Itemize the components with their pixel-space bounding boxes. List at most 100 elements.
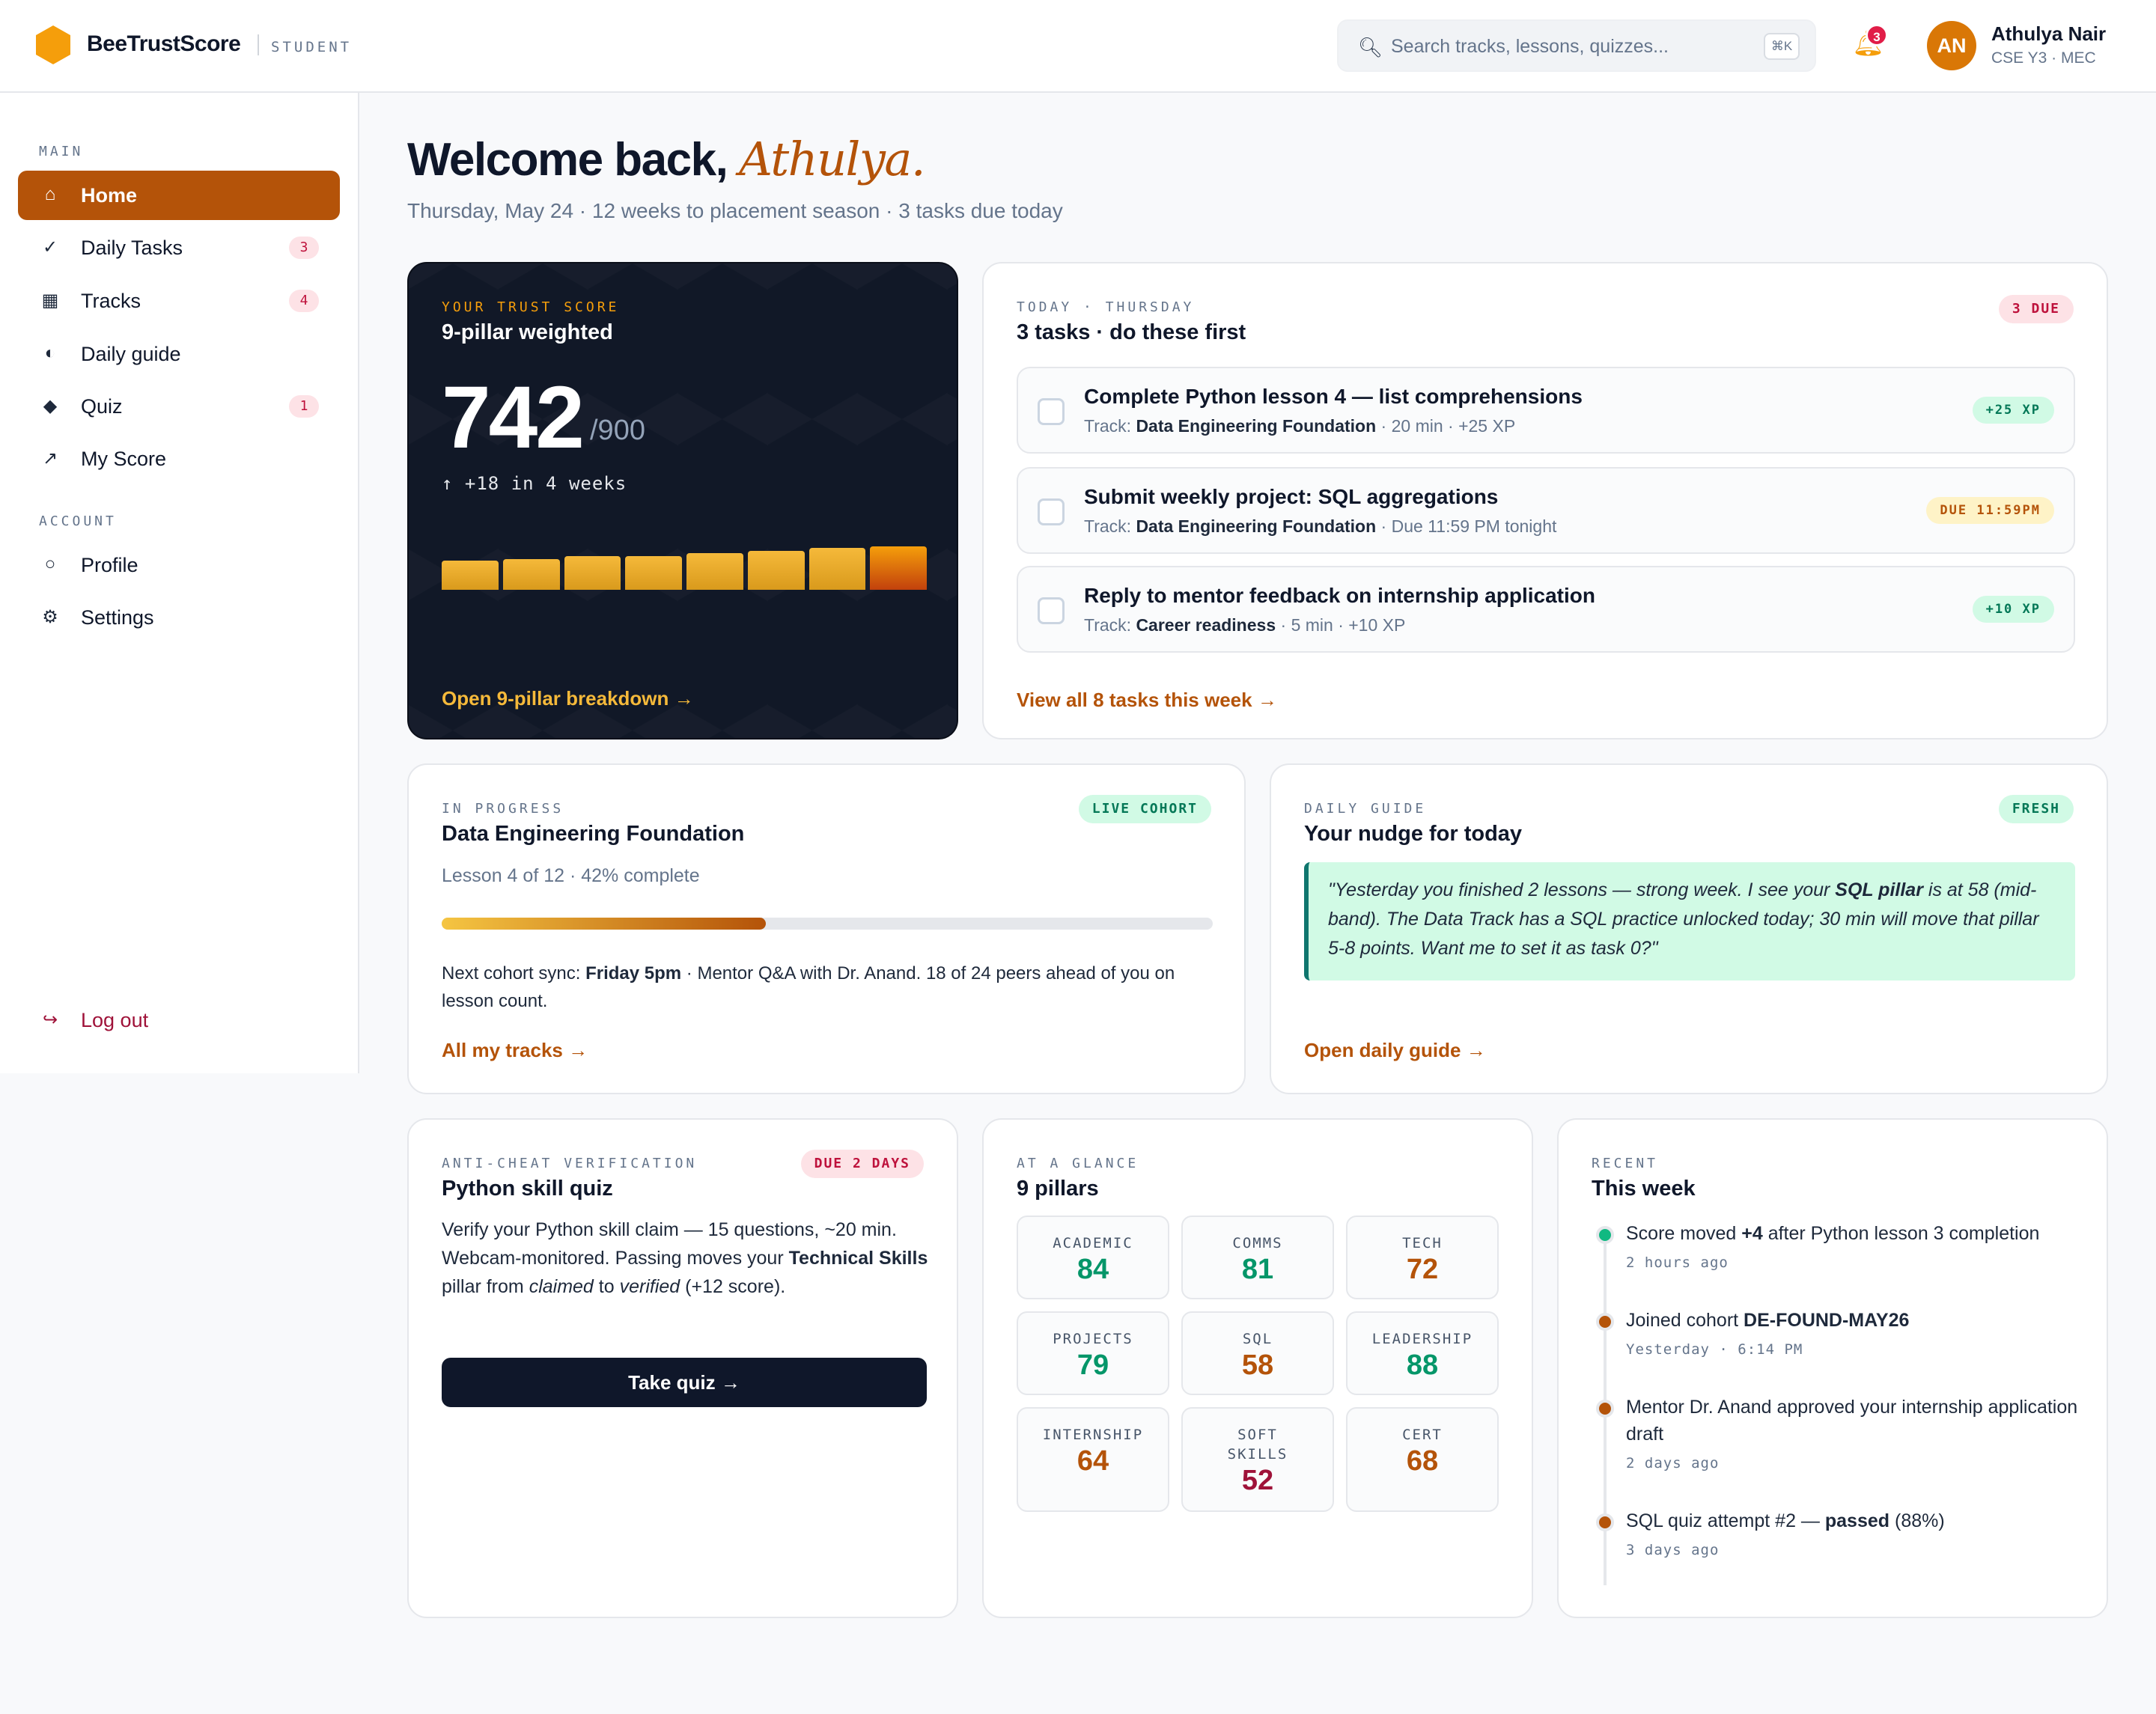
sidebar-item-tracks[interactable]: ▦ Tracks 4 [18,276,340,326]
pillar-name: LEADERSHIP [1371,1331,1473,1347]
sidebar-item-profile[interactable]: ○ Profile [18,540,340,590]
sidebar-item-label: Quiz [81,395,123,418]
timeline-dot [1596,1400,1614,1418]
task-checkbox[interactable] [1038,597,1065,624]
pillar-value: 64 [1077,1445,1109,1477]
event-timestamp: 2 days ago [1626,1455,1720,1471]
sidebar-item-quiz[interactable]: ◆ Quiz 1 [18,382,340,431]
event-text: Score moved +4 after Python lesson 3 com… [1626,1220,2090,1247]
gear-icon: ⚙ [42,607,58,627]
all-tracks-link[interactable]: All my tracks → [442,1039,588,1062]
score-history-bar [442,561,499,590]
task-badge: +10 XP [1972,596,2054,623]
search-input[interactable] [1391,31,1735,61]
trust-score-title: 9-pillar weighted [442,320,613,344]
brand-name[interactable]: BeeTrustScore [87,31,241,57]
sidebar-count-badge: 4 [289,290,319,312]
pillar-tile[interactable]: INTERNSHIP 64 [1017,1407,1169,1512]
pillar-value: 68 [1406,1445,1439,1477]
user-name[interactable]: Athulya Nair [1991,22,2106,46]
task-row[interactable]: Reply to mentor feedback on internship a… [1017,566,2075,653]
progress-bar-fill [442,918,766,930]
event-text-b: (88%) [1889,1510,1945,1531]
quiz-description: Verify your Python skill claim — 15 ques… [442,1216,928,1301]
diamond-icon: ◆ [43,396,58,416]
sidebar-item-my-score[interactable]: ↗ My Score [18,434,340,484]
quote-highlight: SQL pillar [1835,879,1923,900]
pillars-eyebrow: AT A GLANCE [1017,1156,1139,1171]
event-highlight: DE-FOUND-MAY26 [1744,1310,1910,1331]
event-timestamp: 2 hours ago [1626,1254,1729,1271]
quiz-card: ANTI-CHEAT VERIFICATION Python skill qui… [407,1118,958,1618]
sidebar-item-home[interactable]: ⌂ Home [18,171,340,220]
pillar-tile[interactable]: PROJECTS 79 [1017,1311,1169,1395]
sidebar: MAIN ⌂ Home ✓ Daily Tasks 3 ▦ Tracks 4 ◐ Daily gu… [0,93,359,1073]
take-quiz-button[interactable]: Take quiz → [442,1358,927,1407]
avatar[interactable]: AN [1927,21,1976,70]
logout-button[interactable]: ↪ Log out [18,995,340,1045]
notification-count-badge[interactable]: 3 [1866,24,1888,46]
pillar-tile[interactable]: TECH 72 [1346,1216,1499,1299]
task-checkbox[interactable] [1038,498,1065,525]
quiz-eyebrow: ANTI-CHEAT VERIFICATION [442,1156,698,1171]
home-icon: ⌂ [44,184,56,204]
pillar-tile[interactable]: LEADERSHIP 88 [1346,1311,1499,1395]
open-daily-guide-link[interactable]: Open daily guide → [1304,1039,1486,1062]
task-row[interactable]: Complete Python lesson 4 — list comprehe… [1017,367,2075,454]
timeline-dot [1596,1513,1614,1531]
pillar-value: 84 [1077,1254,1109,1285]
pillar-name: ACADEMIC [1053,1235,1133,1251]
quiz-desc-claimed: claimed [529,1276,594,1297]
pillar-value: 79 [1077,1349,1109,1381]
score-history-bar [564,556,621,590]
pillar-tile[interactable]: SOFT SKILLS 52 [1181,1407,1334,1512]
task-track: Data Engineering Foundation [1136,416,1377,436]
open-breakdown-link[interactable]: Open 9-pillar breakdown → [442,687,694,710]
event-text-a: SQL quiz attempt #2 — [1626,1510,1825,1531]
sidebar-item-settings[interactable]: ⚙ Settings [18,593,340,642]
score-history-bar [870,546,927,590]
task-row[interactable]: Submit weekly project: SQL aggregations T… [1017,467,2075,554]
score-history-bar [502,559,560,590]
quiz-desc-3: to [593,1276,620,1297]
score-history-bar [808,548,866,590]
live-cohort-badge: LIVE COHORT [1078,795,1211,823]
pillar-tile[interactable]: CERT 68 [1346,1407,1499,1512]
guide-quote: "Yesterday you finished 2 lessons — stro… [1304,862,2075,980]
logo-hexagon-icon[interactable] [36,25,70,64]
track-prefix: Track: [1084,416,1136,436]
guide-title: Your nudge for today [1304,822,1523,846]
welcome-prefix: Welcome back, [407,134,740,186]
shortcut-hint: ⌘K [1764,33,1800,60]
pillar-value: 58 [1241,1349,1274,1381]
task-meta: Track: Data Engineering Foundation · Due… [1084,516,1556,537]
progress-subtitle: Lesson 4 of 12 · 42% complete [442,865,700,886]
tasks-eyebrow: TODAY · THURSDAY [1017,299,1195,315]
search-box[interactable]: 🔍︎ ⌘K [1337,19,1816,72]
pillar-tile[interactable]: SQL 58 [1181,1311,1334,1395]
pillar-value: 88 [1406,1349,1439,1381]
pillars-card: AT A GLANCE 9 pillars ACADEMIC 84 COMMS 81 T… [982,1118,1533,1618]
cohort-sync-time: Friday 5pm [585,963,682,983]
task-badge: DUE 11:59PM [1926,497,2054,524]
task-title: Complete Python lesson 4 — list comprehe… [1084,385,1583,408]
timeline-dot [1596,1226,1614,1244]
event-text-b: after Python lesson 3 completion [1762,1223,2040,1244]
sidebar-item-daily-tasks[interactable]: ✓ Daily Tasks 3 [18,223,340,272]
sidebar-item-label: Daily guide [81,343,181,365]
half-circle-icon: ◐ [44,343,56,363]
grid-icon: ▦ [41,290,59,311]
pillar-name: COMMS [1232,1235,1283,1251]
pillar-name: INTERNSHIP [1042,1427,1144,1443]
pillar-value: 81 [1241,1254,1274,1285]
score-history-bar [625,556,682,590]
pillar-tile[interactable]: ACADEMIC 84 [1017,1216,1169,1299]
pillar-tile[interactable]: COMMS 81 [1181,1216,1334,1299]
recent-title: This week [1592,1177,1696,1201]
logout-label: Log out [81,1009,149,1031]
sidebar-item-daily-guide[interactable]: ◐ Daily guide [18,329,340,379]
view-all-tasks-link[interactable]: View all 8 tasks this week → [1017,689,1277,712]
task-checkbox[interactable] [1038,398,1065,425]
sidebar-item-label: Tracks [81,290,141,312]
tasks-title: 3 tasks · do these first [1017,320,1246,344]
